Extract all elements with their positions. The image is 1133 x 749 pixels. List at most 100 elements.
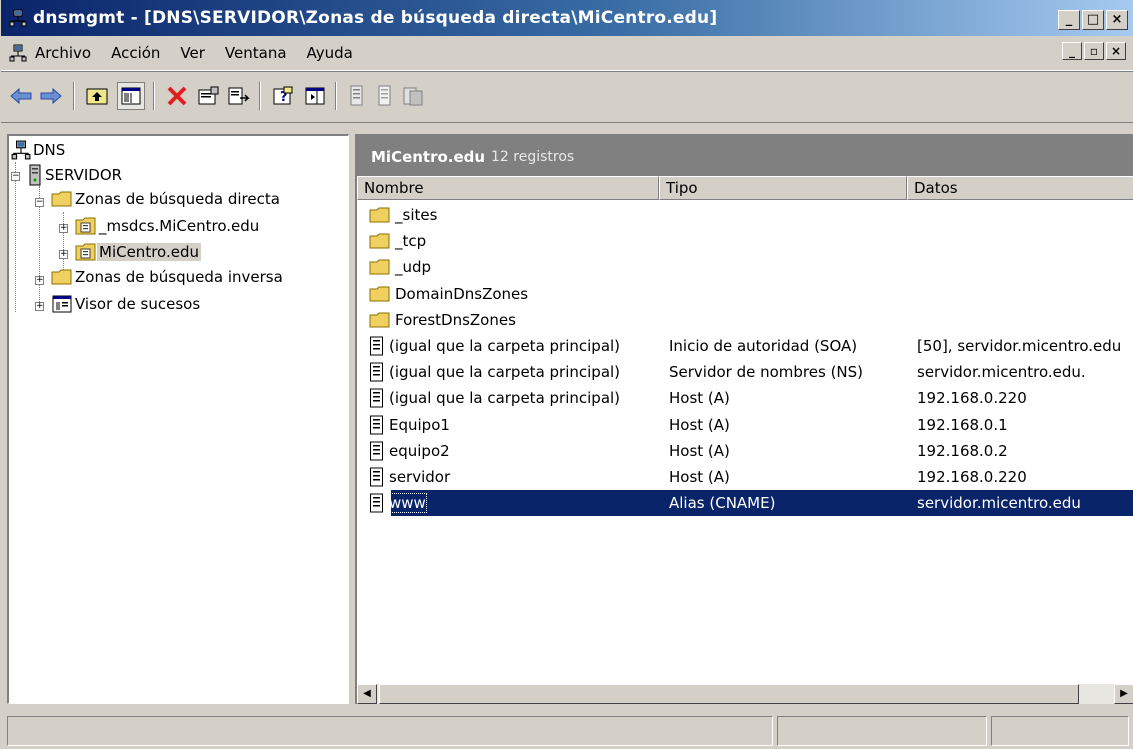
scroll-left-button[interactable]: ◀ xyxy=(357,684,377,704)
horizontal-scrollbar[interactable]: ◀ ▶ xyxy=(357,684,1133,704)
record-icon xyxy=(369,467,385,487)
tree-node-micentro[interactable]: MiCentro.edu xyxy=(75,242,201,262)
show-hide-tree-icon[interactable] xyxy=(117,82,145,110)
zone-icon xyxy=(75,243,96,261)
scroll-thumb[interactable] xyxy=(379,684,1079,704)
tree-label: Zonas de búsqueda inversa xyxy=(75,268,283,286)
window-title: dnsmgmt - [DNS\SERVIDOR\Zonas de búsqued… xyxy=(33,8,718,28)
record-data: servidor.micentro.edu. xyxy=(917,363,1086,382)
record-name: _tcp xyxy=(395,232,427,251)
new-record2-icon[interactable] xyxy=(373,84,397,108)
console-tree[interactable]: DNS − SERVIDOR − Zonas de búsqueda direc… xyxy=(7,134,349,704)
help-icon[interactable]: ? xyxy=(271,84,295,108)
record-type: Host (A) xyxy=(669,389,730,408)
table-row[interactable]: ForestDnsZones xyxy=(357,307,1133,333)
title-bar[interactable]: dnsmgmt - [DNS\SERVIDOR\Zonas de búsqued… xyxy=(1,0,1133,36)
column-header-nombre[interactable]: Nombre xyxy=(357,176,659,200)
dns-app-icon[interactable] xyxy=(9,9,27,27)
menu-archivo[interactable]: Archivo xyxy=(35,44,91,62)
table-row[interactable]: equipo2 Host (A) 192.168.0.2 xyxy=(357,438,1133,464)
tree-label: Visor de sucesos xyxy=(75,295,201,313)
status-panel-main xyxy=(7,716,773,746)
status-bar xyxy=(1,712,1133,749)
details-pane: MiCentro.edu 12 registros Nombre Tipo Da… xyxy=(355,134,1133,704)
record-name: servidor xyxy=(389,468,451,486)
close-button[interactable]: × xyxy=(1106,10,1128,30)
console-system-menu-icon[interactable] xyxy=(9,44,27,62)
table-row[interactable]: _tcp xyxy=(357,228,1133,254)
zone-name: MiCentro.edu xyxy=(371,148,486,166)
tree-node-forward-zones[interactable]: Zonas de búsqueda directa xyxy=(51,190,282,208)
table-row[interactable]: Equipo1 Host (A) 192.168.0.1 xyxy=(357,412,1133,438)
new-domain-icon[interactable] xyxy=(401,84,425,108)
record-name: _sites xyxy=(395,206,438,224)
record-name: (igual que la carpeta principal) xyxy=(389,337,621,355)
table-row[interactable]: (igual que la carpeta principal) Inicio d… xyxy=(357,333,1133,359)
table-row[interactable]: servidor Host (A) 192.168.0.220 xyxy=(357,464,1133,490)
delete-icon[interactable] xyxy=(165,84,189,108)
table-row[interactable]: (igual que la carpeta principal) Host (A)… xyxy=(357,385,1133,411)
expand-event-viewer-expander[interactable]: + xyxy=(35,302,44,311)
tree-label: _msdcs.MiCentro.edu xyxy=(99,217,260,235)
child-close-button[interactable]: × xyxy=(1106,42,1126,60)
maximize-button[interactable]: □ xyxy=(1082,10,1104,30)
column-header-tipo[interactable]: Tipo xyxy=(659,176,907,200)
record-data: 192.168.0.2 xyxy=(917,441,1008,460)
tree-node-reverse-zones[interactable]: Zonas de búsqueda inversa xyxy=(51,268,285,286)
scroll-right-button[interactable]: ▶ xyxy=(1114,684,1133,704)
table-row[interactable]: www Alias (CNAME) servidor.micentro.edu xyxy=(357,490,1133,517)
expand-reverse-zones-expander[interactable]: + xyxy=(35,276,44,285)
event-viewer-icon xyxy=(52,295,72,313)
record-name: equipo2 xyxy=(389,441,450,460)
child-restore-button[interactable]: ▫ xyxy=(1084,42,1104,60)
server-icon xyxy=(29,164,41,186)
table-row[interactable]: DomainDnsZones xyxy=(357,281,1133,307)
menu-ayuda[interactable]: Ayuda xyxy=(307,44,353,62)
collapse-forward-zones-expander[interactable]: − xyxy=(35,198,44,207)
child-minimize-button[interactable]: _ xyxy=(1062,42,1082,60)
record-name: Equipo1 xyxy=(389,415,450,434)
table-row[interactable]: (igual que la carpeta principal) Servidor… xyxy=(357,359,1133,385)
expand-msdcs-expander[interactable]: + xyxy=(59,224,68,233)
tree-node-dns[interactable]: DNS xyxy=(11,140,67,160)
record-name: _udp xyxy=(395,258,432,277)
up-folder-icon[interactable] xyxy=(85,84,109,108)
export-list-icon[interactable] xyxy=(227,84,251,108)
forward-arrow-icon[interactable] xyxy=(39,84,63,108)
dns-computer-icon xyxy=(11,140,31,160)
record-type: Host (A) xyxy=(669,441,730,460)
toolbar: ? xyxy=(1,71,1133,123)
zone-icon xyxy=(75,217,96,235)
new-record-icon[interactable] xyxy=(345,84,369,108)
expand-micentro-expander[interactable]: + xyxy=(59,250,68,259)
column-header-datos[interactable]: Datos xyxy=(907,176,1133,200)
tree-label: DNS xyxy=(33,141,66,159)
record-data: servidor.micentro.edu xyxy=(917,494,1081,513)
menu-ver[interactable]: Ver xyxy=(180,44,205,62)
menu-accion[interactable]: Acción xyxy=(111,44,160,62)
record-type: Host (A) xyxy=(669,468,730,486)
record-name: www xyxy=(388,493,427,514)
back-arrow-icon[interactable] xyxy=(9,84,33,108)
tree-label: Zonas de búsqueda directa xyxy=(75,190,280,208)
mmc-window: dnsmgmt - [DNS\SERVIDOR\Zonas de búsqued… xyxy=(0,0,1133,749)
menu-bar: Archivo Acción Ver Ventana Ayuda _ ▫ × xyxy=(1,36,1133,71)
folder-icon xyxy=(369,206,391,224)
record-icon xyxy=(369,415,385,435)
menu-ventana[interactable]: Ventana xyxy=(225,44,287,62)
record-name: (igual que la carpeta principal) xyxy=(389,389,621,408)
properties-icon[interactable] xyxy=(197,84,221,108)
table-row[interactable]: _sites xyxy=(357,202,1133,228)
folder-icon xyxy=(51,269,72,285)
record-data: 192.168.0.220 xyxy=(917,468,1027,486)
record-name: (igual que la carpeta principal) xyxy=(389,363,621,382)
action-pane-icon[interactable] xyxy=(303,84,327,108)
status-panel-2 xyxy=(777,716,987,746)
tree-node-servidor[interactable]: SERVIDOR xyxy=(27,164,124,186)
minimize-button[interactable]: _ xyxy=(1058,10,1080,30)
collapse-servidor-expander[interactable]: − xyxy=(11,172,20,181)
record-name: ForestDnsZones xyxy=(395,310,516,329)
tree-node-event-viewer[interactable]: Visor de sucesos xyxy=(51,294,202,314)
tree-node-msdcs[interactable]: _msdcs.MiCentro.edu xyxy=(75,216,261,236)
table-row[interactable]: _udp xyxy=(357,254,1133,280)
